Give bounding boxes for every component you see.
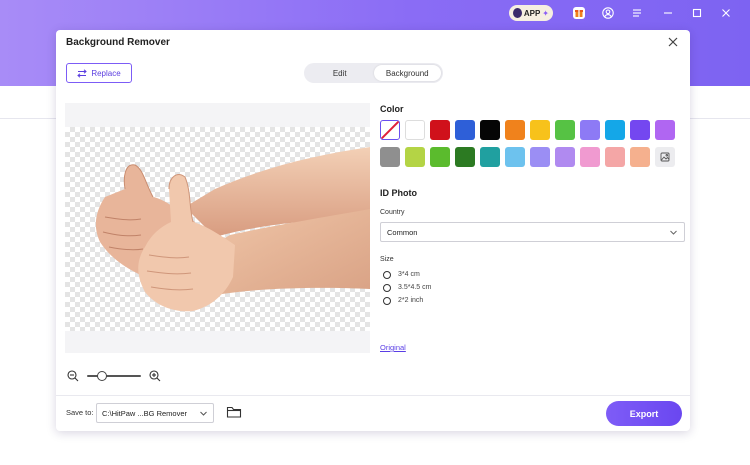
- size-option[interactable]: 3*4 cm: [383, 270, 431, 279]
- close-button[interactable]: [666, 35, 680, 49]
- zoom-slider-track: [87, 375, 141, 377]
- dialog-title: Background Remover: [66, 37, 170, 48]
- color-swatches: [380, 120, 680, 174]
- swatch-row: [380, 120, 680, 140]
- image-preview: [65, 103, 370, 353]
- color-swatch[interactable]: [430, 120, 450, 140]
- swatch-row: [380, 147, 680, 167]
- window-close-icon[interactable]: [718, 5, 734, 21]
- save-path-dropdown[interactable]: C:\HitPaw ...BG Remover: [96, 403, 214, 423]
- color-swatch[interactable]: [555, 147, 575, 167]
- color-swatch[interactable]: [580, 120, 600, 140]
- zoom-slider[interactable]: [87, 371, 141, 381]
- country-value: Common: [387, 227, 418, 237]
- size-option-label: 2*2 inch: [398, 297, 424, 304]
- radio-button[interactable]: [383, 296, 391, 305]
- zoom-out-icon[interactable]: [67, 370, 79, 382]
- size-options: 3*4 cm 3.5*4.5 cm 2*2 inch: [383, 270, 431, 309]
- color-swatch[interactable]: [505, 120, 525, 140]
- color-swatch[interactable]: [405, 120, 425, 140]
- color-swatch[interactable]: [605, 147, 625, 167]
- id-photo-heading: ID Photo: [380, 188, 417, 198]
- zoom-in-icon[interactable]: [149, 370, 161, 382]
- color-swatch[interactable]: [480, 120, 500, 140]
- save-to-label: Save to:: [66, 408, 94, 417]
- export-button[interactable]: Export: [606, 401, 682, 426]
- replace-button[interactable]: Replace: [66, 63, 132, 83]
- chevron-down-icon: [200, 411, 207, 416]
- color-swatch[interactable]: [430, 147, 450, 167]
- menu-icon[interactable]: [629, 5, 645, 21]
- no-color-swatch[interactable]: [380, 120, 400, 140]
- color-swatch[interactable]: [605, 120, 625, 140]
- minimize-icon[interactable]: [660, 5, 676, 21]
- app-badge-label: APP: [523, 8, 541, 18]
- color-swatch[interactable]: [455, 120, 475, 140]
- color-heading: Color: [380, 104, 404, 114]
- app-logo-icon: [513, 8, 522, 18]
- tab-background[interactable]: Background: [373, 65, 441, 81]
- mode-tabs: Edit Background: [304, 63, 443, 83]
- app-badge[interactable]: APP ✦: [509, 5, 553, 21]
- folder-button[interactable]: [226, 405, 242, 419]
- footer-divider: [56, 395, 690, 396]
- sparkle-icon: ✦: [542, 8, 549, 18]
- country-dropdown[interactable]: Common: [380, 222, 685, 242]
- color-swatch[interactable]: [655, 120, 675, 140]
- replace-label: Replace: [91, 68, 121, 78]
- size-option-label: 3.5*4.5 cm: [398, 284, 432, 291]
- color-swatch[interactable]: [405, 147, 425, 167]
- color-swatch[interactable]: [530, 147, 550, 167]
- gift-icon[interactable]: [571, 5, 587, 21]
- image-icon: [660, 152, 670, 162]
- zoom-slider-thumb[interactable]: [97, 371, 107, 381]
- swap-icon: [77, 68, 88, 78]
- color-swatch[interactable]: [530, 120, 550, 140]
- tab-edit[interactable]: Edit: [306, 65, 374, 81]
- size-option[interactable]: 2*2 inch: [383, 296, 431, 305]
- chevron-down-icon: [670, 230, 677, 235]
- size-label: Size: [380, 256, 394, 263]
- color-swatch[interactable]: [630, 147, 650, 167]
- color-swatch[interactable]: [505, 147, 525, 167]
- color-swatch[interactable]: [480, 147, 500, 167]
- maximize-icon[interactable]: [689, 5, 705, 21]
- color-swatch[interactable]: [580, 147, 600, 167]
- color-swatch[interactable]: [555, 120, 575, 140]
- custom-background-swatch[interactable]: [655, 147, 675, 167]
- radio-button[interactable]: [383, 270, 391, 279]
- thumbs-up-photo: [95, 147, 370, 312]
- color-swatch[interactable]: [455, 147, 475, 167]
- country-label: Country: [380, 209, 405, 216]
- original-link[interactable]: Original: [380, 343, 406, 352]
- size-option-label: 3*4 cm: [398, 271, 420, 278]
- color-swatch[interactable]: [380, 147, 400, 167]
- folder-icon: [226, 406, 242, 418]
- size-option[interactable]: 3.5*4.5 cm: [383, 283, 431, 292]
- radio-button[interactable]: [383, 283, 391, 292]
- close-icon: [668, 37, 678, 47]
- color-swatch[interactable]: [630, 120, 650, 140]
- account-icon[interactable]: [600, 5, 616, 21]
- background-remover-dialog: Background Remover Replace Edit Backgrou…: [56, 30, 690, 431]
- save-path-value: C:\HitPaw ...BG Remover: [102, 408, 188, 418]
- zoom-controls: [67, 370, 161, 382]
